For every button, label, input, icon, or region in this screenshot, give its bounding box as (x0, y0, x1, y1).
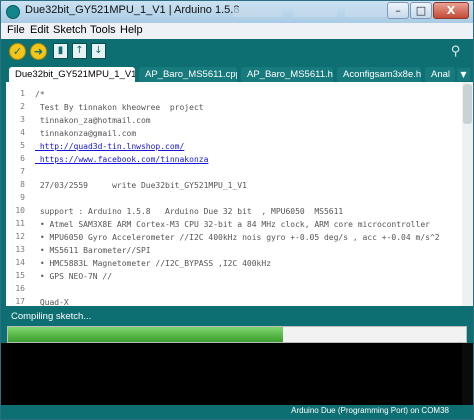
tab-ap-baro-h[interactable]: AP_Baro_MS5611.h (241, 67, 333, 82)
line-number: 12 (15, 232, 25, 241)
code-line[interactable]: 4 tinnakonza@gmail.com (6, 127, 462, 140)
line-number: 17 (15, 297, 25, 306)
board-port-label: Arduino Due (Programming Port) on COM38 (291, 406, 449, 415)
code-text: • MS5611 Barometer//SPI (35, 246, 151, 255)
title-bar-blur (293, 7, 337, 17)
new-button[interactable]: ▮ (53, 43, 68, 59)
code-line[interactable]: 14 • HMC5883L Magnetometer //I2C_BYPASS … (6, 257, 462, 270)
line-number: 7 (20, 167, 25, 176)
status-area: Compiling sketch... (1, 306, 473, 328)
new-file-icon: ▮ (57, 45, 64, 56)
editor-scrollbar-thumb[interactable] (463, 84, 472, 124)
line-number: 14 (15, 258, 25, 267)
code-line[interactable]: 5 http://quad3d-tin.lnwshop.com/ (6, 140, 462, 153)
code-text: • Atmel SAM3X8E ARM Cortex-M3 CPU 32-bit… (35, 220, 430, 229)
line-number: 10 (15, 206, 25, 215)
line-number: 9 (20, 193, 25, 202)
toolbar: ✓ ➜ ▮ ↑ ↓ ⚲ (1, 39, 473, 65)
line-number: 5 (20, 141, 25, 150)
line-number: 11 (15, 219, 25, 228)
arduino-ide-window: Due32bit_GY521MPU_1_V1 | Arduino 1.5.8 –… (0, 0, 474, 420)
editor-scrollbar[interactable] (462, 82, 473, 306)
code-link[interactable]: http://quad3d-tin.lnwshop.com/ (35, 140, 185, 153)
tab-main-sketch[interactable]: Due32bit_GY521MPU_1_V1 (9, 67, 135, 82)
line-number: 4 (20, 128, 25, 137)
line-number: 8 (20, 180, 25, 189)
tab-aconfig[interactable]: Aconfigsam3x8e.h (337, 67, 421, 82)
minimize-button[interactable]: – (387, 2, 409, 19)
line-number: 2 (20, 102, 25, 111)
chevron-down-icon: ▼ (460, 70, 467, 79)
check-icon: ✓ (12, 45, 23, 58)
code-text: • GPS NEO-7N // (35, 272, 113, 281)
title-bar[interactable]: Due32bit_GY521MPU_1_V1 | Arduino 1.5.8 –… (1, 1, 473, 23)
code-line[interactable]: 6 https://www.facebook.com/tinnakonza (6, 153, 462, 166)
open-button[interactable]: ↑ (72, 43, 87, 59)
line-number: 3 (20, 115, 25, 124)
status-message: Compiling sketch... (11, 311, 92, 322)
menu-bar: File Edit Sketch Tools Help (1, 23, 473, 39)
code-text: support : Arduino 1.5.8 Arduino Due 32 b… (35, 207, 344, 216)
menu-sketch[interactable]: Sketch (53, 24, 87, 36)
code-text: • MPU6050 Gyro Accelerometer //I2C 400kH… (35, 233, 440, 242)
console-output[interactable] (1, 343, 473, 405)
code-line[interactable]: 12 • MPU6050 Gyro Accelerometer //I2C 40… (6, 231, 462, 244)
line-number: 1 (20, 89, 25, 98)
code-link[interactable]: https://www.facebook.com/tinnakonza (35, 153, 209, 166)
arduino-app-icon (6, 5, 20, 19)
window-title: Due32bit_GY521MPU_1_V1 | Arduino 1.5.8 (25, 4, 240, 16)
code-line[interactable]: 3 tinnakon_za@hotmail.com (6, 114, 462, 127)
code-text: • HMC5883L Magnetometer //I2C_BYPASS ,I2… (35, 259, 272, 268)
menu-help[interactable]: Help (120, 24, 143, 36)
code-line[interactable]: 10 support : Arduino 1.5.8 Arduino Due 3… (6, 205, 462, 218)
tab-bar: Due32bit_GY521MPU_1_V1 AP_Baro_MS5611.cp… (1, 65, 473, 82)
arrow-right-icon: ➜ (33, 45, 44, 58)
close-button[interactable]: X (433, 2, 469, 19)
code-text: Quad-X (35, 298, 69, 306)
verify-button[interactable]: ✓ (9, 43, 26, 60)
code-line[interactable]: 1 /* (6, 88, 462, 101)
code-text: Test By tinnakon kheowree project (35, 103, 204, 112)
code-line[interactable]: 17 Quad-X (6, 296, 462, 306)
tab-ap-baro-cpp[interactable]: AP_Baro_MS5611.cpp (139, 67, 237, 82)
code-text: tinnakonza@gmail.com (35, 129, 137, 138)
compile-progress-bar (7, 326, 467, 343)
footer-status-bar: Arduino Due (Programming Port) on COM38 (1, 405, 473, 419)
title-bar-blur (345, 7, 393, 17)
title-bar-blur (233, 7, 283, 17)
code-line[interactable]: 11 • Atmel SAM3X8E ARM Cortex-M3 CPU 32-… (6, 218, 462, 231)
code-editor[interactable]: 1/* 2 Test By tinnakon kheowree project 3 … (6, 82, 462, 306)
line-number: 15 (15, 271, 25, 280)
console-scrollbar[interactable] (462, 343, 473, 405)
line-number: 6 (20, 154, 25, 163)
open-arrow-up-icon: ↑ (75, 45, 84, 56)
upload-button[interactable]: ➜ (30, 43, 47, 60)
code-line[interactable]: 13 • MS5611 Barometer//SPI (6, 244, 462, 257)
progress-fill (8, 327, 283, 342)
code-text: 27/03/2559 write Due32bit_GY521MPU_1_V1 (35, 181, 247, 190)
code-line[interactable]: 2 Test By tinnakon kheowree project (6, 101, 462, 114)
maximize-button[interactable]: □ (410, 2, 432, 19)
line-number: 16 (15, 284, 25, 293)
code-line[interactable]: 8 27/03/2559 write Due32bit_GY521MPU_1_V… (6, 179, 462, 192)
code-text: /* (35, 90, 45, 99)
magnifier-icon: ⚲ (450, 44, 461, 59)
code-line[interactable]: 15 • GPS NEO-7N // (6, 270, 462, 283)
save-button[interactable]: ↓ (91, 43, 106, 59)
menu-edit[interactable]: Edit (30, 24, 49, 36)
code-line[interactable]: 7 (6, 166, 462, 179)
menu-tools[interactable]: Tools (90, 24, 116, 36)
line-number: 13 (15, 245, 25, 254)
code-line[interactable]: 9 (6, 192, 462, 205)
tab-anal[interactable]: Anal (425, 67, 455, 82)
tab-menu-button[interactable]: ▼ (457, 68, 470, 81)
save-arrow-down-icon: ↓ (94, 45, 103, 56)
serial-monitor-button[interactable]: ⚲ (448, 44, 463, 59)
code-line[interactable]: 16 (6, 283, 462, 296)
code-text: tinnakon_za@hotmail.com (35, 116, 151, 125)
menu-file[interactable]: File (7, 24, 25, 36)
